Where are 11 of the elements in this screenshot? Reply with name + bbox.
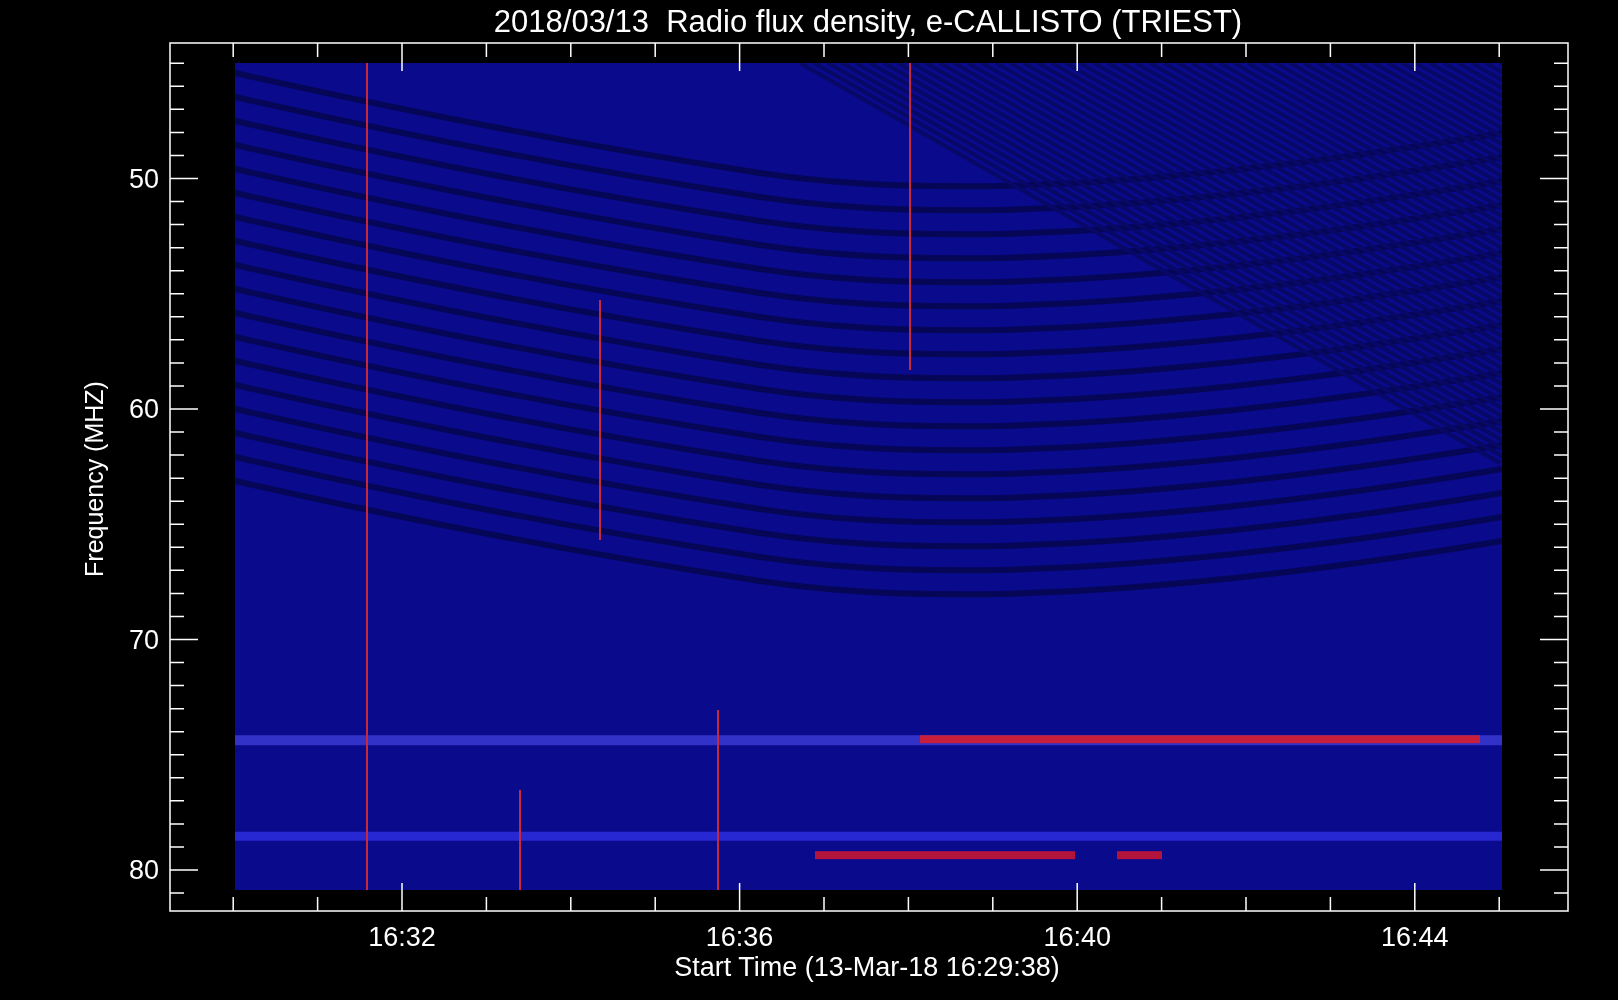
tick-label: 16:36 xyxy=(705,922,774,952)
axis-label: Frequency (MHZ) xyxy=(80,381,108,577)
chart-title: 2018/03/13 Radio flux density, e-CALLISTO (TRIEST) xyxy=(493,4,1243,39)
tick-label: 80 xyxy=(128,855,159,885)
tick-label: 16:44 xyxy=(1381,922,1449,952)
tick-label: 16:40 xyxy=(1043,922,1111,952)
tick-label: 70 xyxy=(128,624,159,655)
axis-label: Start Time (13-Mar-18 16:29:38) xyxy=(674,952,1060,982)
tick-label: 50 xyxy=(128,163,159,194)
tick-label: 16:32 xyxy=(368,922,436,952)
tick-label: 60 xyxy=(128,394,159,424)
